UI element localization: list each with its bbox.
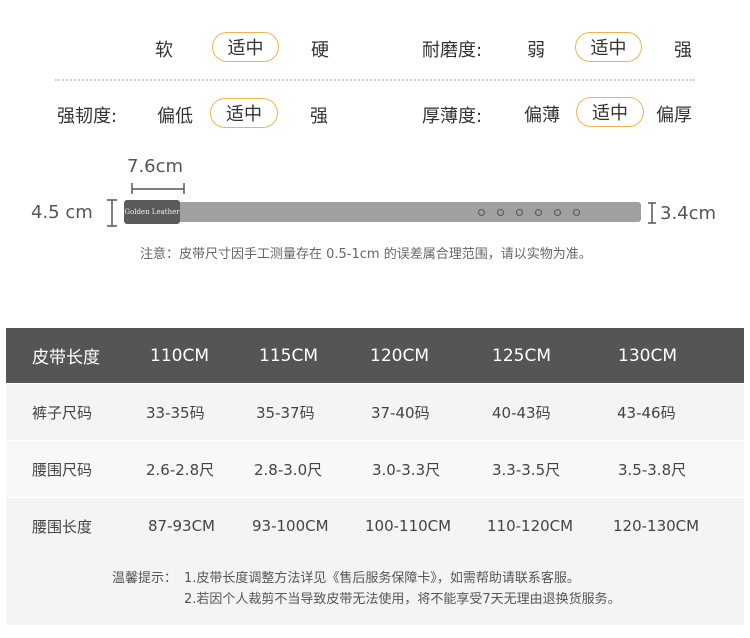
belt-hole <box>497 209 504 216</box>
table-row: 腰围长度 87-93CM 93-100CM 100-110CM 110-120C… <box>6 497 744 554</box>
table-cell: 120-130CM <box>613 517 700 535</box>
row-label: 裤子尺码 <box>32 403 93 422</box>
table-row: 腰围尺码 2.6-2.8尺 2.8-3.0尺 3.0-3.3尺 3.3-3.5尺… <box>6 440 744 497</box>
table-cell: 100-110CM <box>365 517 452 535</box>
toughness-option-low: 偏低 <box>157 106 193 127</box>
softness-option-selected: 适中 <box>212 32 279 62</box>
belt-hole <box>478 209 485 216</box>
buckle-logo: Golden Leather <box>124 208 180 216</box>
table-cell: 43-46码 <box>617 403 676 422</box>
header-belt-length: 皮带长度 <box>32 348 100 368</box>
thickness-option-thin: 偏薄 <box>524 105 560 126</box>
wear-option-strong: 强 <box>674 40 692 61</box>
tips-line-2: 2.若因个人裁剪不当导致皮带无法使用，将不能享受7天无理由退换货服务。 <box>184 592 621 607</box>
wear-label: 耐磨度: <box>422 40 483 61</box>
table-row: 裤子尺码 33-35码 35-37码 37-40码 40-43码 43-46码 <box>6 383 744 440</box>
belt-buckle: Golden Leather <box>124 200 180 224</box>
belt-hole <box>516 209 523 216</box>
wear-option-selected: 适中 <box>575 32 642 62</box>
belt-hole <box>573 209 580 216</box>
table-cell: 2.6-2.8尺 <box>146 460 215 479</box>
tips-prefix: 温馨提示： <box>112 571 178 586</box>
belt-strap: Golden Leather <box>124 200 641 224</box>
table-cell: 40-43码 <box>492 403 551 422</box>
thickness-label: 厚薄度: <box>422 106 483 127</box>
softness-option-hard: 硬 <box>311 40 329 61</box>
belt-hole <box>535 209 542 216</box>
table-cell: 93-100CM <box>252 517 329 535</box>
table-cell: 33-35码 <box>146 403 205 422</box>
table-cell: 110-120CM <box>487 517 574 535</box>
toughness-label: 强韧度: <box>57 106 118 127</box>
right-height-label: 3.4cm <box>660 203 717 224</box>
row-label: 腰围长度 <box>32 517 93 536</box>
buckle-width-label: 7.6cm <box>127 156 184 177</box>
thickness-option-selected: 适中 <box>576 97 644 127</box>
table-cell: 35-37码 <box>256 403 315 422</box>
toughness-option-strong: 强 <box>310 106 328 127</box>
header-col: 110CM <box>150 345 209 366</box>
table-cell: 3.0-3.3尺 <box>372 460 441 479</box>
header-col: 115CM <box>259 345 318 366</box>
row-label: 腰围尺码 <box>32 460 93 479</box>
table-cell: 3.3-3.5尺 <box>492 460 561 479</box>
measurement-note: 注意：皮带尺寸因手工测量存在 0.5-1cm 的误差属合理范围，请以实物为准。 <box>140 247 592 262</box>
header-col: 125CM <box>492 345 551 366</box>
tips-box: 温馨提示： 1.皮带长度调整方法详见《售后服务保障卡》，如需帮助请联系客服。 2… <box>6 550 744 625</box>
belt-hole <box>554 209 561 216</box>
thickness-option-thick: 偏厚 <box>656 105 692 126</box>
wear-option-weak: 弱 <box>527 40 545 61</box>
dotted-divider <box>55 79 695 81</box>
table-cell: 2.8-3.0尺 <box>254 460 323 479</box>
right-height-dimension-line <box>648 202 656 224</box>
table-header-row: 皮带长度 110CM 115CM 120CM 125CM 130CM <box>6 327 744 383</box>
softness-option-soft: 软 <box>155 40 173 61</box>
left-height-dimension-line <box>107 199 117 227</box>
left-height-label: 4.5 cm <box>31 202 93 223</box>
table-cell: 87-93CM <box>148 517 216 535</box>
buckle-width-dimension-line <box>131 183 185 194</box>
table-cell: 37-40码 <box>371 403 430 422</box>
header-col: 120CM <box>370 345 429 366</box>
size-table: 皮带长度 110CM 115CM 120CM 125CM 130CM 裤子尺码 … <box>6 327 744 554</box>
tips-line-1: 1.皮带长度调整方法详见《售后服务保障卡》，如需帮助请联系客服。 <box>184 571 580 586</box>
table-cell: 3.5-3.8尺 <box>618 460 687 479</box>
toughness-option-selected: 适中 <box>210 98 278 128</box>
header-col: 130CM <box>618 345 677 366</box>
